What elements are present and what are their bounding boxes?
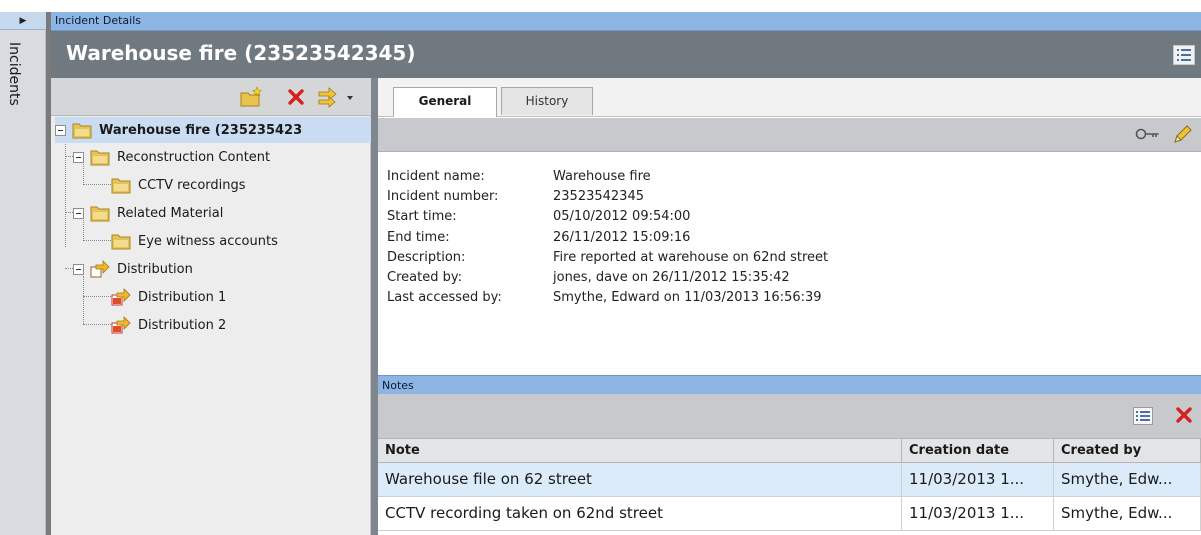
notes-bar: Notes: [378, 375, 1201, 394]
creation-date-cell: 11/03/2013 1...: [902, 463, 1054, 496]
edit-pencil-icon[interactable]: [1171, 124, 1193, 150]
incidents-rail[interactable]: ▶ Incidents: [0, 12, 46, 535]
incident-details-label: Incident Details: [55, 14, 141, 27]
distribution-menu-icon[interactable]: [317, 86, 357, 108]
distribution-icon: [90, 260, 110, 278]
note-cell: Warehouse file on 62 street: [378, 463, 902, 496]
distribution-icon: [111, 288, 131, 306]
tree-item-warehouse-fire[interactable]: Warehouse fire (235235423: [55, 117, 371, 143]
creation-date-cell: 11/03/2013 1...: [902, 497, 1054, 530]
folder-icon: [111, 234, 131, 250]
incident-info: Incident name: Warehouse fire Incident nu…: [387, 167, 828, 308]
title-bar: Warehouse fire (23523542345): [51, 31, 1201, 78]
field-label: Incident number:: [387, 189, 499, 205]
folder-icon: [90, 150, 110, 166]
notes-label: Notes: [382, 379, 414, 392]
notes-grid: Note Creation date Created by Warehouse …: [378, 438, 1201, 531]
tree-item-related-material[interactable]: Related Material: [73, 200, 223, 226]
field-label: Description:: [387, 249, 466, 265]
collapse-icon[interactable]: [73, 263, 84, 275]
note-cell: CCTV recording taken on 62nd street: [378, 497, 902, 530]
field-value: 26/11/2012 15:09:16: [553, 229, 691, 245]
info-row-name: Incident name: Warehouse fire: [387, 167, 828, 187]
field-value: Fire reported at warehouse on 62nd stree…: [553, 249, 829, 265]
tree-toolbar: [51, 78, 371, 116]
tree-item-eye-witness-accounts[interactable]: Eye witness accounts: [111, 228, 278, 254]
info-row-end: End time: 26/11/2012 15:09:16: [387, 228, 828, 248]
tree-item-label: Related Material: [117, 205, 224, 221]
field-value: Smythe, Edward on 11/03/2013 16:56:39: [553, 290, 822, 306]
field-value: jones, dave on 26/11/2012 15:35:42: [553, 270, 790, 286]
notes-list-icon[interactable]: [1133, 407, 1153, 429]
tree-item-distribution-2[interactable]: Distribution 2: [111, 312, 226, 338]
tree-item-label: Reconstruction Content: [117, 149, 271, 165]
info-row-last-accessed: Last accessed by: Smythe, Edward on 11/03…: [387, 288, 828, 308]
details-menu-icon[interactable]: [1173, 45, 1195, 65]
folder-icon: [90, 206, 110, 222]
incident-content: General History Incident name: Warehouse …: [378, 78, 1201, 535]
info-row-number: Incident number: 23523542345: [387, 187, 828, 207]
field-value: Warehouse fire: [553, 169, 651, 184]
field-value: 23523542345: [553, 189, 644, 205]
info-row-description: Description: Fire reported at warehouse o…: [387, 248, 828, 268]
notes-grid-header: Note Creation date Created by: [378, 438, 1201, 463]
tree-item-cctv-recordings[interactable]: CCTV recordings: [111, 172, 246, 198]
folder-icon: [72, 123, 92, 139]
general-toolbar: [378, 118, 1201, 152]
folder-icon: [111, 178, 131, 194]
created-by-cell: Smythe, Edw...: [1054, 463, 1201, 496]
field-label: End time:: [387, 229, 450, 245]
field-label: Created by:: [387, 270, 462, 286]
tree-item-reconstruction-content[interactable]: Reconstruction Content: [73, 144, 270, 170]
key-icon[interactable]: [1135, 126, 1161, 146]
tab-general[interactable]: General: [393, 87, 497, 117]
column-header-creation-date[interactable]: Creation date: [902, 439, 1054, 462]
distribution-icon: [111, 316, 131, 334]
created-by-cell: Smythe, Edw...: [1054, 497, 1201, 530]
collapse-icon[interactable]: [55, 124, 66, 136]
table-row[interactable]: Warehouse file on 62 street 11/03/2013 1…: [378, 463, 1201, 497]
delete-note-icon[interactable]: [1175, 406, 1193, 428]
tree-item-distribution-1[interactable]: Distribution 1: [111, 284, 226, 310]
delete-icon[interactable]: [287, 88, 305, 110]
tree-item-label: Distribution: [117, 261, 193, 277]
incidents-rail-label[interactable]: Incidents: [6, 42, 22, 106]
tree-item-label: Warehouse fire (235235423: [99, 122, 303, 138]
incident-tree-panel: Warehouse fire (235235423 Reconstruction…: [51, 78, 371, 535]
collapse-icon[interactable]: [73, 151, 84, 163]
notes-toolbar: [378, 394, 1201, 438]
info-row-start: Start time: 05/10/2012 09:54:00: [387, 207, 828, 227]
field-value: 05/10/2012 09:54:00: [553, 209, 691, 225]
tree-item-label: CCTV recordings: [138, 177, 246, 193]
page-title: Warehouse fire (23523542345): [66, 41, 416, 65]
column-header-note[interactable]: Note: [378, 439, 902, 462]
table-row[interactable]: CCTV recording taken on 62nd street 11/0…: [378, 497, 1201, 531]
field-label: Start time:: [387, 209, 457, 225]
tree-item-label: Distribution 1: [138, 289, 227, 305]
tree-item-label: Distribution 2: [138, 317, 227, 333]
field-label: Incident name:: [387, 169, 485, 184]
collapse-icon[interactable]: [73, 207, 84, 219]
field-label: Last accessed by:: [387, 290, 502, 306]
tree-item-distribution[interactable]: Distribution: [73, 256, 193, 282]
info-row-created-by: Created by: jones, dave on 26/11/2012 15:…: [387, 268, 828, 288]
top-strip: [0, 0, 1201, 12]
splitter[interactable]: [371, 78, 378, 535]
triangle-right-icon[interactable]: ▶: [0, 12, 46, 30]
column-header-created-by[interactable]: Created by: [1054, 439, 1201, 462]
incident-details-bar: Incident Details: [51, 12, 1201, 31]
tab-history[interactable]: History: [501, 87, 593, 115]
tab-strip: General History: [378, 78, 1201, 117]
tree-item-label: Eye witness accounts: [138, 233, 278, 249]
new-folder-icon[interactable]: [239, 86, 265, 108]
